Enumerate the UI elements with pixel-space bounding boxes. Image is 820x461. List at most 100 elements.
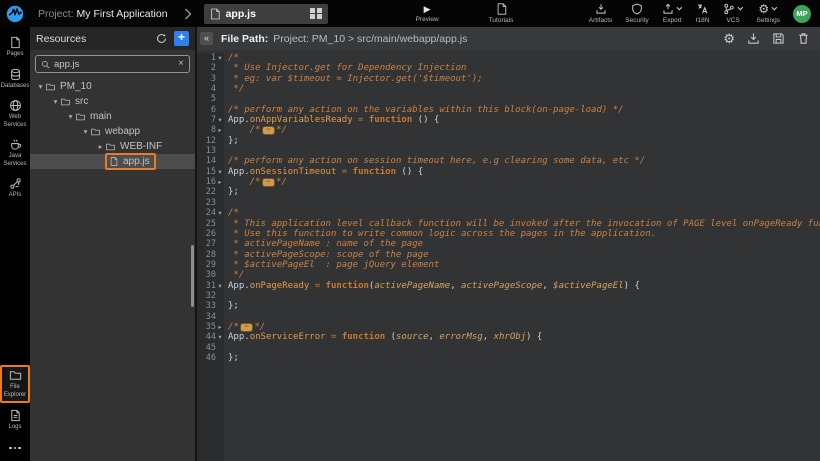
clear-search-icon[interactable]: × [178, 59, 184, 69]
gutter-row: 2 [197, 63, 224, 73]
gutter-row: 24▾ [197, 208, 224, 218]
line-number: 2 [211, 63, 216, 73]
code-token: = [336, 167, 352, 177]
line-number: 31 [206, 281, 216, 291]
file-tree: ▾PM_10▾src▾main▾webapp▸WEB-INFapp.js [30, 79, 195, 169]
chevron-down-icon[interactable]: ▾ [51, 97, 60, 106]
search-icon [41, 60, 50, 69]
i18n-button[interactable]: I18N [696, 3, 710, 24]
resources-header: Resources + [30, 27, 195, 50]
code-token: function [353, 167, 396, 177]
gutter-row: 3 [197, 74, 224, 84]
tree-item-webapp[interactable]: ▾webapp [30, 124, 195, 139]
refresh-icon[interactable] [156, 33, 167, 44]
sidebar-item-web-services[interactable]: Web Services [0, 99, 30, 129]
code-lines[interactable]: /* * Use Injector.get for Dependency Inj… [224, 53, 820, 461]
code-line-5 [228, 94, 820, 104]
artifacts-icon [595, 3, 607, 15]
code-line-16: /*⋯*/ [228, 177, 820, 187]
chevron-down-icon[interactable]: ▾ [66, 112, 75, 121]
line-number: 46 [206, 353, 216, 363]
folded-code-placeholder[interactable]: ⋯ [262, 126, 276, 135]
code-line-46: }; [228, 353, 820, 363]
tab-appjs[interactable]: app.js [204, 4, 328, 24]
code-token: }; [228, 187, 239, 197]
code-editor[interactable]: 1▾234567▾8▸12131415▾16▸222324▾2526272829… [197, 50, 820, 461]
code-token: $activePageEl [553, 281, 623, 291]
search-box[interactable]: app.js × [35, 55, 190, 73]
tree-item-web-inf[interactable]: ▸WEB-INF [30, 139, 195, 154]
save-icon[interactable] [772, 32, 785, 45]
fold-open-icon[interactable]: ▾ [216, 208, 224, 218]
user-avatar[interactable]: MP [793, 5, 811, 23]
overflow-dots-icon[interactable] [9, 447, 21, 450]
selection-annotation-box: app.js [105, 153, 156, 170]
gutter-row: 29 [197, 260, 224, 270]
artifacts-button[interactable]: Artifacts [589, 3, 612, 24]
code-token: * activePageScope: scope of the page [228, 250, 428, 260]
download-icon[interactable] [747, 32, 760, 45]
code-line-4: */ [228, 84, 820, 94]
artifacts-icon-row [595, 3, 607, 15]
chevron-down-icon[interactable]: ▾ [81, 127, 90, 136]
wavemaker-logo-icon[interactable] [0, 0, 30, 27]
gutter-row: 1▾ [197, 53, 224, 63]
settings-button[interactable]: ⚙Settings [757, 3, 781, 24]
grid-icon[interactable] [310, 8, 322, 20]
tree-item-app-js[interactable]: app.js [30, 154, 195, 169]
editor-settings-icon[interactable]: ⚙ [723, 32, 735, 45]
folded-code-placeholder[interactable]: ⋯ [262, 178, 276, 187]
security-button[interactable]: Security [625, 3, 648, 24]
resources-scrollbar[interactable] [191, 245, 194, 307]
code-token: * eg: var $timeout = Injector.get('$time… [228, 74, 483, 84]
sidebar-item-logs[interactable]: Logs [0, 409, 30, 432]
tree-item-main[interactable]: ▾ main [30, 109, 195, 124]
add-resource-button[interactable]: + [174, 31, 189, 46]
code-token: */ [228, 84, 244, 94]
databases-icon [9, 68, 22, 81]
tree-item-src[interactable]: ▾src [30, 94, 195, 109]
tree-label: app.js [123, 156, 150, 167]
fold-closed-icon[interactable]: ▸ [216, 322, 224, 332]
tutorials-button[interactable]: Tutorials [489, 3, 514, 24]
line-number: 14 [206, 156, 216, 166]
fold-open-icon[interactable]: ▾ [216, 332, 224, 342]
tree-item-pm-10[interactable]: ▾PM_10 [30, 79, 195, 94]
export-button[interactable]: Export [662, 3, 683, 24]
vcs-button[interactable]: VCS [723, 3, 744, 24]
preview-button[interactable]: ▶ Preview [416, 5, 439, 23]
tree-label: main [90, 111, 112, 122]
chevron-right-icon[interactable]: ▸ [96, 142, 105, 151]
fold-open-icon[interactable]: ▾ [216, 281, 224, 291]
collapse-panel-button[interactable]: « [200, 32, 213, 45]
fold-closed-icon[interactable]: ▸ [216, 177, 224, 187]
chevron-down-icon[interactable]: ▾ [36, 82, 45, 91]
settings-label: Settings [757, 17, 781, 24]
code-token: xhrObj [494, 332, 527, 342]
code-token: * $activePageEl : page jQuery element [228, 260, 439, 270]
sidebar-item-file-explorer[interactable]: File Explorer [0, 365, 30, 403]
sidebar-item-pages[interactable]: Pages [0, 36, 30, 59]
fold-open-icon[interactable]: ▾ [216, 53, 224, 63]
sidebar-item-apis[interactable]: APIs [0, 177, 30, 200]
fold-open-icon[interactable]: ▾ [216, 167, 224, 177]
delete-icon[interactable] [797, 32, 810, 45]
project-breadcrumb[interactable]: Project: My First Application [38, 8, 168, 20]
sidebar-item-java-services[interactable]: Java Services [0, 138, 30, 168]
folded-code-placeholder[interactable]: ⋯ [240, 323, 254, 332]
sidebar-item-databases[interactable]: Databases [0, 68, 30, 91]
code-line-33: }; [228, 301, 820, 311]
project-label: Project: [38, 8, 74, 20]
fold-closed-icon[interactable]: ▸ [216, 125, 224, 135]
topbar: Project: My First Application app.js ▶ P… [0, 0, 820, 27]
code-token: , [483, 332, 494, 342]
topbar-actions: Artifacts Security Export I18N VCS ⚙Settings [589, 3, 780, 24]
java-services-icon [9, 138, 22, 151]
artifacts-label: Artifacts [589, 17, 612, 24]
editor-toolbar: ⚙ [723, 32, 810, 45]
gutter-row: 33 [197, 301, 224, 311]
fold-open-icon[interactable]: ▾ [216, 115, 224, 125]
code-token: () { [412, 115, 439, 125]
search-input[interactable]: app.js [54, 59, 79, 70]
code-token: /* [228, 53, 239, 63]
